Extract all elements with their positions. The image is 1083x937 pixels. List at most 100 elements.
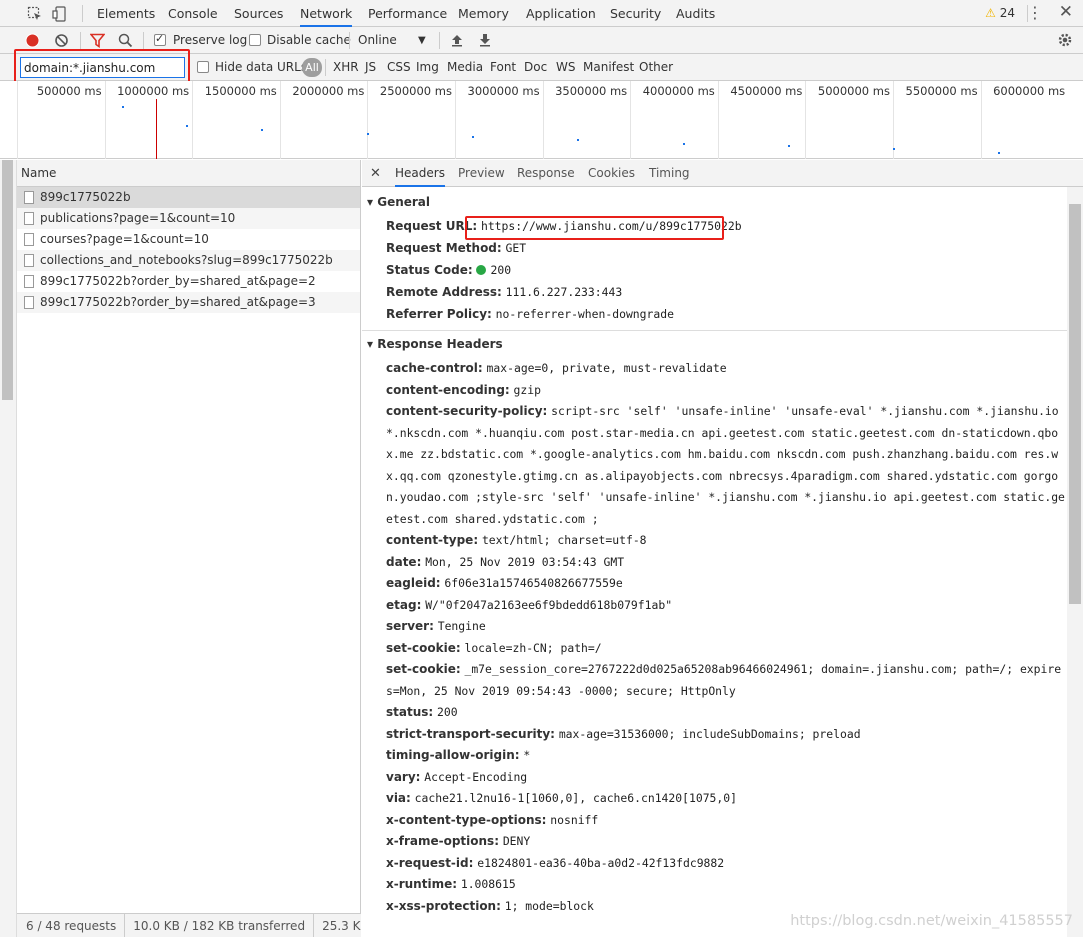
response-header-row: date: Mon, 25 Nov 2019 03:54:43 GMT [386,552,1066,574]
type-filter-other[interactable]: Other [639,60,673,74]
tab-application[interactable]: Application [526,0,596,27]
document-icon [24,233,34,246]
collapse-triangle-icon: ▾ [367,337,374,351]
disable-cache-checkbox[interactable] [249,34,261,46]
settings-gear-icon[interactable] [1057,32,1073,48]
header-key: Request Method: [386,241,502,255]
type-filter-css[interactable]: CSS [387,60,411,74]
collapse-triangle-icon: ▾ [367,195,374,209]
type-filter-media[interactable]: Media [447,60,483,74]
close-devtools-icon[interactable]: ✕ [1059,2,1073,22]
tab-elements[interactable]: Elements [97,0,155,27]
timeline-overview[interactable]: 500000 ms 1000000 ms 1500000 ms 2000000 ms 2… [0,81,1083,159]
request-row[interactable]: 899c1775022b?order_by=shared_at&page=3 [17,292,360,313]
clear-icon[interactable] [54,33,69,48]
filter-icon[interactable] [90,33,105,48]
timeline-tick-label: 6000000 ms [993,84,1066,98]
header-value: max-age=31536000; includeSubDomains; pre… [558,726,861,741]
header-key: Remote Address: [386,285,502,299]
timeline-tick: 4500000 ms [717,81,806,159]
tab-network[interactable]: Network [300,0,353,27]
request-row[interactable]: 899c1775022b [17,187,360,208]
tab-memory[interactable]: Memory [458,0,509,27]
response-header-row: cache-control: max-age=0, private, must-… [386,358,1066,380]
document-icon [24,275,34,288]
device-toolbar-icon[interactable] [52,6,68,22]
response-header-row: etag: W/"0f2047a2163ee6f9bdedd618b079f1a… [386,595,1066,617]
import-har-icon[interactable] [450,33,464,47]
timeline-tick-label: 3500000 ms [555,84,628,98]
response-header-row: x-content-type-options: nosniff [386,810,1066,832]
response-header-row: timing-allow-origin: * [386,745,1066,767]
left-scroll-thumb[interactable] [2,160,13,400]
header-key: eagleid: [386,576,441,590]
search-icon[interactable] [118,33,133,48]
type-filter-xhr[interactable]: XHR [333,60,359,74]
warnings-badge[interactable]: ⚠ 24 [985,6,1015,20]
tab-security[interactable]: Security [610,0,661,27]
disable-cache-label[interactable]: Disable cache [267,33,351,47]
close-detail-icon[interactable]: ✕ [370,160,381,187]
preserve-log-checkbox[interactable] [154,32,166,46]
general-section-title[interactable]: ▾ General [367,195,430,209]
tab-sources[interactable]: Sources [234,0,283,27]
filter-input[interactable] [20,57,185,78]
header-key: content-encoding: [386,382,510,397]
timeline-tick: 5000000 ms [805,81,893,159]
timeline-tick: 5500000 ms [893,81,981,159]
type-filter-all[interactable]: All [302,58,322,77]
detail-scroll-thumb[interactable] [1069,204,1081,604]
request-row[interactable]: 899c1775022b?order_by=shared_at&page=2 [17,271,360,292]
header-value: no-referrer-when-downgrade [495,307,674,321]
tab-audits[interactable]: Audits [676,0,715,27]
type-filter-doc[interactable]: Doc [524,60,547,74]
filter-bar: Hide data URLs XHR JS CSS Img Media Font Doc WS… [0,54,1083,81]
request-row[interactable]: collections_and_notebooks?slug=899c17750… [17,250,360,271]
request-name: courses?page=1&count=10 [40,232,209,246]
left-scrollbar[interactable] [0,160,17,937]
detail-tab-headers[interactable]: Headers [395,160,445,187]
response-header-row: server: Tengine [386,616,1066,638]
detail-tab-timing[interactable]: Timing [649,160,690,187]
response-headers-section-title[interactable]: ▾ Response Headers [367,337,503,351]
response-header-row: content-encoding: gzip [386,380,1066,402]
detail-tab-response[interactable]: Response [517,160,575,187]
name-column-header[interactable]: Name [17,160,360,187]
preserve-log-label[interactable]: Preserve log [173,33,247,47]
type-filter-ws[interactable]: WS [556,60,575,74]
tab-performance[interactable]: Performance [368,0,447,27]
detail-tab-preview[interactable]: Preview [458,160,505,187]
inspect-element-icon[interactable] [27,6,43,22]
response-header-row: x-request-id: e1824801-ea36-40ba-a0d2-42… [386,853,1066,875]
export-har-icon[interactable] [478,33,492,47]
watermark: https://blog.csdn.net/weixin_41585557 [790,913,1073,929]
type-filter-font[interactable]: Font [490,60,516,74]
timeline-tick: 1000000 ms [104,81,193,159]
header-value: nosniff [550,812,599,827]
detail-tab-cookies[interactable]: Cookies [588,160,635,187]
more-options-icon[interactable]: ⋮ [1027,3,1043,22]
hide-data-urls-checkbox[interactable] [197,61,209,73]
record-icon[interactable] [25,33,40,48]
timeline-tick: 3500000 ms [542,81,631,159]
type-filter-img[interactable]: Img [416,60,439,74]
header-key: x-content-type-options: [386,812,547,827]
response-header-row: set-cookie: _m7e_session_core=2767222d0d… [386,659,1066,702]
header-value: 6f06e31a15746540826677559e [444,576,623,590]
request-row[interactable]: publications?page=1&count=10 [17,208,360,229]
throttling-select[interactable]: Online [358,33,397,47]
timeline-tick-label: 1500000 ms [204,84,277,98]
request-row[interactable]: courses?page=1&count=10 [17,229,360,250]
request-detail-panel: ✕ Headers Preview Response Cookies Timing ▾ … [362,160,1083,937]
header-value: 1; mode=block [504,898,594,913]
chevron-down-icon[interactable]: ▼ [418,35,426,46]
hide-data-urls-label[interactable]: Hide data URLs [215,60,307,74]
request-name: 899c1775022b?order_by=shared_at&page=2 [40,274,316,288]
header-value: GET [505,241,527,255]
tab-console[interactable]: Console [168,0,218,27]
type-filter-js[interactable]: JS [365,60,376,74]
header-key: vary: [386,769,421,784]
header-key: content-type: [386,533,479,547]
type-filter-manifest[interactable]: Manifest [583,60,634,74]
warning-icon: ⚠ [985,6,996,20]
